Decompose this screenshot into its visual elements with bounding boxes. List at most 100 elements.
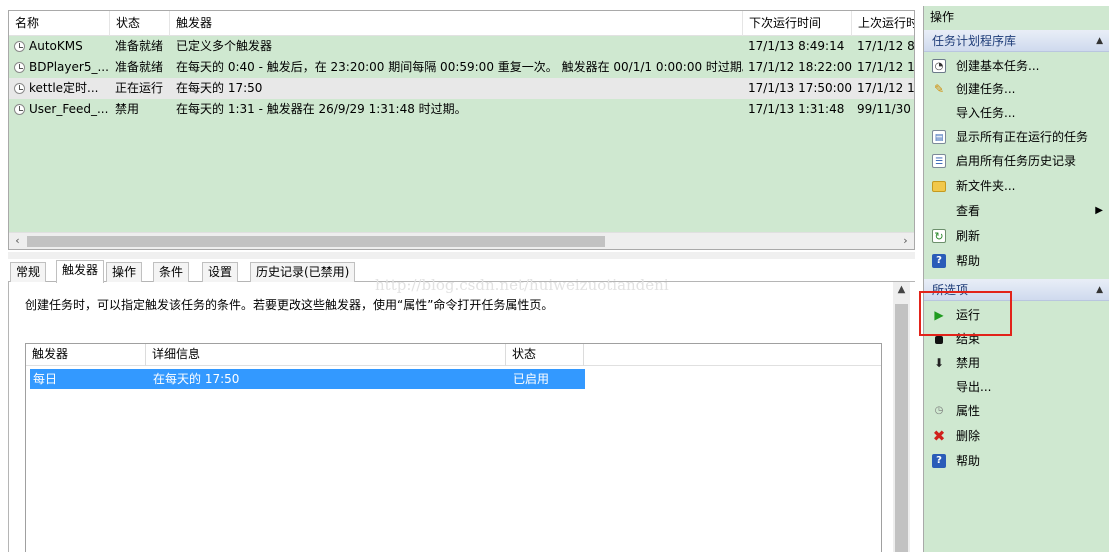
run-icon: ▶ bbox=[934, 308, 944, 322]
column-header-last-run[interactable]: 上次运行时 bbox=[852, 11, 914, 36]
task-name: AutoKMS bbox=[29, 39, 83, 53]
section-title: 所选项 bbox=[932, 283, 969, 297]
horizontal-scrollbar[interactable]: ‹ › bbox=[9, 232, 914, 249]
action-end[interactable]: 结束 bbox=[924, 328, 1109, 350]
history-icon: ☰ bbox=[932, 154, 946, 168]
action-label: 结束 bbox=[956, 332, 981, 346]
action-run[interactable]: ▶ 运行 bbox=[924, 304, 1109, 326]
delete-icon: ✖ bbox=[932, 427, 946, 445]
action-import-task[interactable]: 导入任务... bbox=[924, 102, 1109, 124]
create-task-icon: ✎ bbox=[933, 82, 945, 96]
column-header-trigger[interactable]: 触发器 bbox=[170, 11, 743, 36]
scroll-left-icon[interactable]: ‹ bbox=[9, 233, 26, 249]
task-last-run: 99/11/30 bbox=[857, 102, 911, 116]
action-label: 创建任务... bbox=[956, 82, 1016, 96]
task-last-run: 17/1/12 1 bbox=[857, 81, 915, 95]
column-header-status[interactable]: 状态 bbox=[110, 11, 170, 36]
action-label: 删除 bbox=[956, 429, 981, 443]
action-export[interactable]: 导出... bbox=[924, 376, 1109, 398]
clock-icon bbox=[14, 62, 25, 73]
column-header-trigger-type[interactable]: 触发器 bbox=[26, 344, 146, 366]
action-label: 运行 bbox=[956, 308, 981, 322]
running-tasks-icon: ▤ bbox=[932, 130, 946, 144]
action-view[interactable]: 查看 ▶ bbox=[924, 200, 1109, 222]
trigger-type: 每日 bbox=[33, 372, 58, 386]
task-status: 准备就绪 bbox=[115, 60, 164, 74]
section-selected-item[interactable]: 所选项 ▲ bbox=[924, 279, 1109, 301]
clock-icon bbox=[14, 41, 25, 52]
task-row[interactable]: User_Feed_... 禁用 在每天的 1:31 - 触发器在 26/9/2… bbox=[9, 99, 914, 120]
task-row[interactable]: BDPlayer5_... 准备就绪 在每天的 0:40 - 触发后，在 23:… bbox=[9, 57, 914, 78]
action-label: 新文件夹... bbox=[956, 179, 1016, 193]
collapse-icon[interactable]: ▲ bbox=[1096, 279, 1103, 301]
actions-title: 操作 bbox=[930, 10, 955, 24]
tab-settings[interactable]: 设置 bbox=[202, 262, 239, 282]
action-show-running[interactable]: ▤ 显示所有正在运行的任务 bbox=[924, 126, 1109, 148]
task-status: 准备就绪 bbox=[115, 39, 164, 53]
action-help-selected[interactable]: ? 帮助 bbox=[924, 450, 1109, 472]
task-status: 禁用 bbox=[115, 102, 140, 116]
task-name: BDPlayer5_... bbox=[29, 60, 109, 74]
task-list: 名称 状态 触发器 下次运行时间 上次运行时 AutoKMS 准备就绪 已定义多… bbox=[8, 10, 915, 250]
action-delete[interactable]: ✖ 删除 bbox=[924, 425, 1109, 447]
column-header-next-run[interactable]: 下次运行时间 bbox=[743, 11, 852, 36]
trigger-detail-panel: http://blog.csdn.net/huiweizuotiandeni 创… bbox=[8, 276, 915, 552]
column-header-name[interactable]: 名称 bbox=[9, 11, 110, 36]
task-trigger: 已定义多个触发器 bbox=[176, 39, 273, 53]
clock-icon bbox=[14, 104, 25, 115]
clock-icon bbox=[14, 83, 25, 94]
collapse-icon[interactable]: ▲ bbox=[1096, 30, 1103, 52]
trigger-row-selected[interactable]: 每日 在每天的 17:50 已启用 bbox=[30, 369, 585, 389]
action-properties[interactable]: ◷ 属性 bbox=[924, 400, 1109, 422]
action-enable-history[interactable]: ☰ 启用所有任务历史记录 bbox=[924, 150, 1109, 172]
tab-triggers[interactable]: 触发器 bbox=[56, 260, 105, 283]
task-next-run: 17/1/13 1:31:48 bbox=[748, 102, 845, 116]
watermark: http://blog.csdn.net/huiweizuotiandeni bbox=[375, 276, 669, 294]
action-refresh[interactable]: ↻ 刷新 bbox=[924, 225, 1109, 247]
scrollbar-thumb[interactable] bbox=[27, 236, 605, 247]
scroll-right-icon[interactable]: › bbox=[897, 233, 914, 249]
trigger-table-header: 触发器 详细信息 状态 bbox=[26, 344, 881, 366]
task-next-run: 17/1/13 17:50:00 bbox=[748, 81, 852, 95]
action-create-basic-task[interactable]: ◔ 创建基本任务... bbox=[924, 55, 1109, 77]
section-task-library[interactable]: 任务计划程序库 ▲ bbox=[924, 30, 1109, 52]
properties-icon: ◷ bbox=[934, 405, 944, 416]
trigger-status: 已启用 bbox=[513, 372, 550, 386]
task-status: 正在运行 bbox=[115, 81, 164, 95]
action-label: 启用所有任务历史记录 bbox=[956, 154, 1077, 168]
action-create-task[interactable]: ✎ 创建任务... bbox=[924, 78, 1109, 100]
create-basic-task-icon: ◔ bbox=[932, 59, 946, 73]
action-label: 属性 bbox=[956, 404, 981, 418]
trigger-table: 触发器 详细信息 状态 每日 在每天的 17:50 已启用 bbox=[25, 343, 882, 552]
pane-splitter[interactable] bbox=[8, 252, 915, 259]
vertical-scrollbar[interactable]: ▲ bbox=[893, 282, 910, 552]
task-last-run: 17/1/12 1 bbox=[857, 60, 915, 74]
help-icon: ? bbox=[932, 454, 946, 468]
scrollbar-thumb[interactable] bbox=[895, 304, 908, 552]
task-next-run: 17/1/13 8:49:14 bbox=[748, 39, 845, 53]
trigger-details: 在每天的 17:50 bbox=[153, 372, 240, 386]
stop-icon bbox=[935, 336, 943, 344]
column-header-trigger-status[interactable]: 状态 bbox=[506, 344, 584, 366]
column-header-details[interactable]: 详细信息 bbox=[146, 344, 506, 366]
submenu-arrow-icon: ▶ bbox=[1095, 205, 1103, 216]
action-label: 显示所有正在运行的任务 bbox=[956, 130, 1089, 144]
task-name: User_Feed_... bbox=[29, 102, 109, 116]
action-label: 禁用 bbox=[956, 356, 981, 370]
disable-icon: ⬇ bbox=[933, 356, 945, 370]
action-disable[interactable]: ⬇ 禁用 bbox=[924, 352, 1109, 374]
tab-history[interactable]: 历史记录(已禁用) bbox=[250, 262, 356, 282]
help-icon: ? bbox=[932, 254, 946, 268]
task-name: kettle定时... bbox=[29, 81, 99, 95]
scroll-up-icon[interactable]: ▲ bbox=[893, 284, 910, 295]
task-trigger: 在每天的 1:31 - 触发器在 26/9/29 1:31:48 时过期。 bbox=[176, 102, 467, 116]
tab-conditions[interactable]: 条件 bbox=[153, 262, 190, 282]
task-list-header: 名称 状态 触发器 下次运行时间 上次运行时 bbox=[9, 11, 914, 36]
task-row[interactable]: AutoKMS 准备就绪 已定义多个触发器 17/1/13 8:49:14 17… bbox=[9, 36, 914, 57]
action-new-folder[interactable]: 新文件夹... bbox=[924, 175, 1109, 197]
task-trigger: 在每天的 17:50 bbox=[176, 81, 263, 95]
task-row-selected[interactable]: kettle定时... 正在运行 在每天的 17:50 17/1/13 17:5… bbox=[9, 78, 914, 99]
action-help[interactable]: ? 帮助 bbox=[924, 250, 1109, 272]
tab-general[interactable]: 常规 bbox=[10, 262, 47, 282]
tab-actions[interactable]: 操作 bbox=[106, 262, 143, 282]
